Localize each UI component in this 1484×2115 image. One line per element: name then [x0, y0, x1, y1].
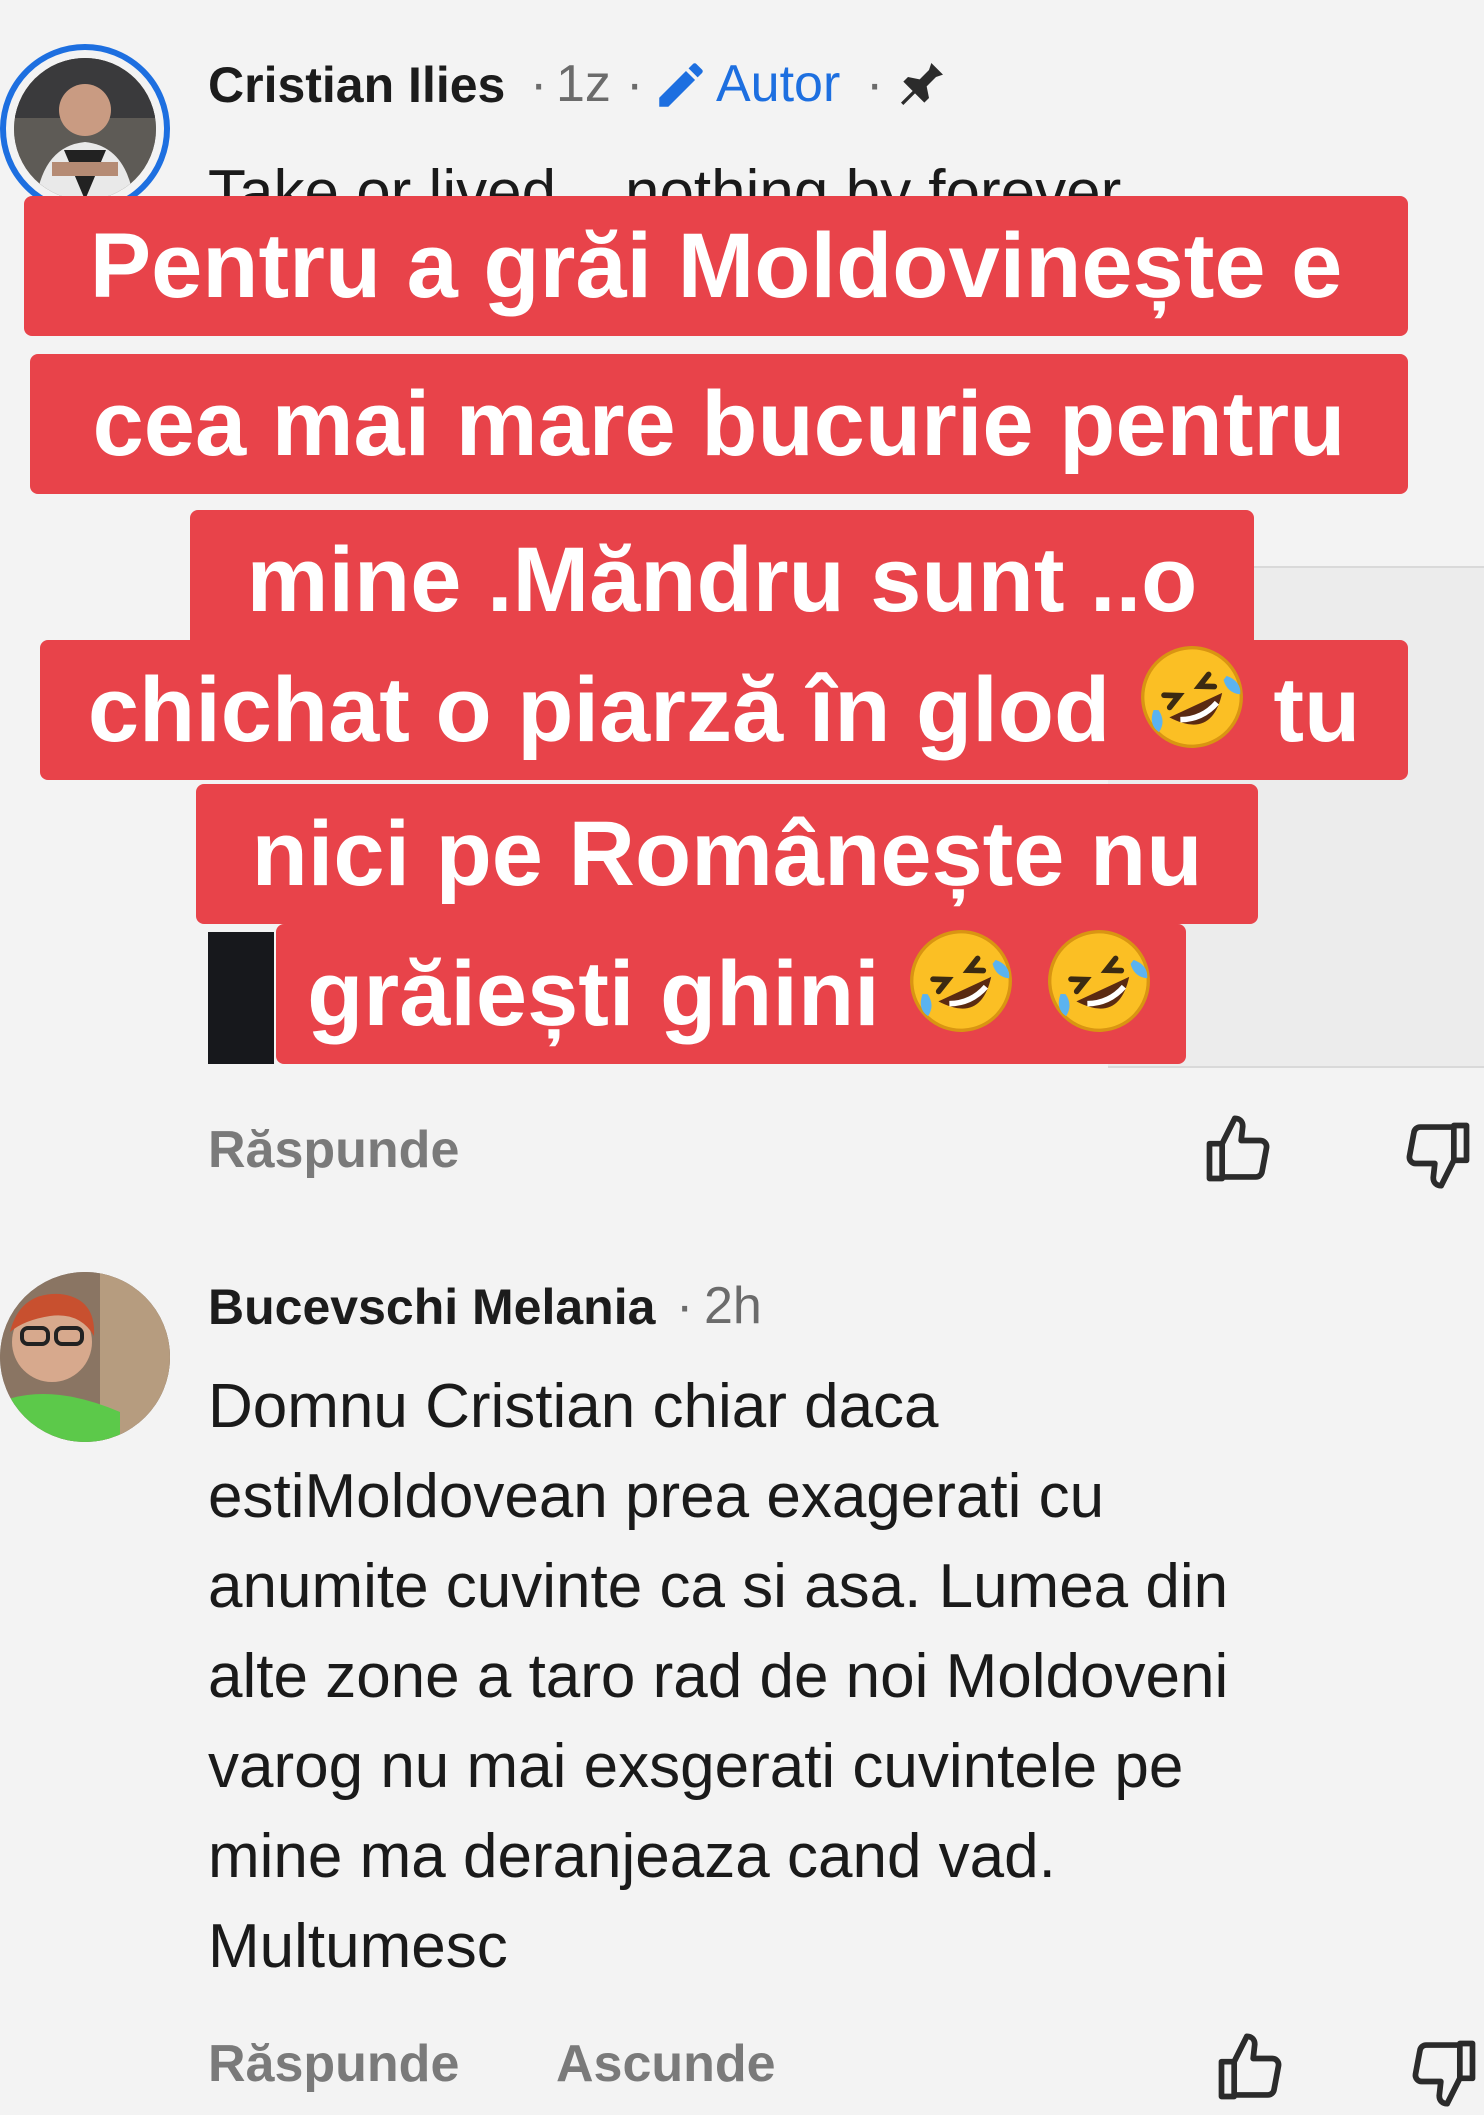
- pin-icon: [894, 56, 950, 117]
- media-thumbnail[interactable]: [208, 932, 274, 1064]
- edit-pencil-icon: [652, 56, 710, 119]
- author-badge: Autor: [716, 55, 841, 113]
- meta-separator: ·: [530, 55, 548, 113]
- overlay-caption-line: mine .Măndru sunt ..o: [190, 510, 1254, 650]
- avatar[interactable]: [0, 1272, 170, 1442]
- overlay-caption-line: grăiești ghini: [276, 924, 1186, 1064]
- comment-text-line: anumite cuvinte ca si asa. Lumea din: [208, 1552, 1229, 1621]
- comment-time: 1z: [556, 55, 611, 113]
- meta-separator: ·: [866, 55, 884, 113]
- meta-separator: ·: [626, 55, 644, 113]
- rolling-on-floor-laughing-icon: [1043, 925, 1155, 1076]
- overlay-caption-line: nici pe Românește nu: [196, 784, 1258, 924]
- hide-button[interactable]: Ascunde: [556, 2034, 776, 2094]
- overlay-caption-text: grăiești ghini: [307, 943, 880, 1045]
- thumbs-down-icon[interactable]: [1400, 1116, 1476, 1197]
- thumbs-up-icon[interactable]: [1212, 2030, 1288, 2111]
- rolling-on-floor-laughing-icon: [905, 925, 1017, 1076]
- comment-time: 2h: [704, 1277, 762, 1335]
- comment-text-line: varog nu mai exsgerati cuvintele pe: [208, 1732, 1184, 1801]
- thumbs-down-icon[interactable]: [1406, 2034, 1482, 2115]
- avatar[interactable]: [14, 58, 156, 200]
- overlay-caption-text: chichat o piarză în glod: [87, 659, 1111, 761]
- avatar-photo: [0, 1272, 170, 1442]
- overlay-caption-line: chichat o piarză în glod tu: [40, 640, 1408, 780]
- comment-author[interactable]: Bucevschi Melania: [208, 1278, 655, 1336]
- comment-text-line: alte zone a taro rad de noi Moldoveni: [208, 1642, 1229, 1711]
- thumbs-up-icon[interactable]: [1200, 1112, 1276, 1193]
- reply-button[interactable]: Răspunde: [208, 1120, 459, 1180]
- overlay-caption-line: cea mai mare bucurie pentru: [30, 354, 1408, 494]
- overlay-caption-text: tu: [1273, 659, 1361, 761]
- comment-author[interactable]: Cristian Ilies: [208, 56, 505, 114]
- comment-text: Domnu Cristian chiar daca estiMoldovean …: [208, 1362, 1448, 1992]
- comment-text-line: Multumesc: [208, 1912, 508, 1981]
- reply-button[interactable]: Răspunde: [208, 2034, 459, 2094]
- comment-text-line: Domnu Cristian chiar daca: [208, 1372, 939, 1441]
- comment-text-line: estiMoldovean prea exagerati cu: [208, 1462, 1105, 1531]
- rolling-on-floor-laughing-icon: [1136, 641, 1248, 792]
- comment-text-line: mine ma deranjeaza cand vad.: [208, 1822, 1056, 1891]
- meta-separator: ·: [676, 1277, 694, 1335]
- avatar-photo: [14, 58, 156, 200]
- overlay-caption-line: Pentru a grăi Moldovinește e: [24, 196, 1408, 336]
